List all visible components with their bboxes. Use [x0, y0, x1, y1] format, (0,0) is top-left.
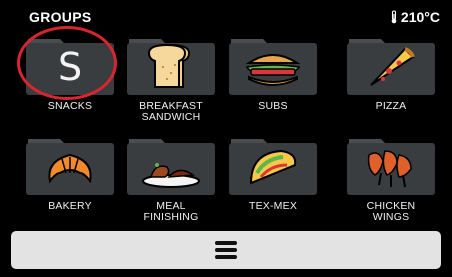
toast-icon: [147, 43, 191, 88]
chicken-wings-icon: [367, 150, 412, 188]
group-tile-pizza[interactable]: PIZZA: [345, 35, 437, 135]
group-tile-breakfast-sandwich[interactable]: BREAKFAST SANDWICH: [125, 35, 217, 135]
group-label-bakery: BAKERY: [48, 200, 92, 212]
taco-icon: [249, 149, 297, 185]
thermometer-icon: [391, 10, 397, 24]
group-label-breakfast-sandwich: BREAKFAST SANDWICH: [139, 100, 203, 123]
group-tile-subs[interactable]: SUBS: [227, 35, 319, 135]
plated-meal-icon: [142, 163, 200, 188]
header-title: GROUPS: [29, 9, 92, 25]
temperature-value: 210°C: [400, 9, 440, 25]
group-label-meal-finishing: MEAL FINISHING: [143, 200, 199, 223]
group-label-subs: SUBS: [258, 100, 288, 112]
group-tile-snacks[interactable]: S SNACKS: [24, 35, 116, 135]
letter-s-icon: S: [57, 45, 83, 89]
sub-sandwich-icon: [245, 54, 301, 86]
croissant-icon: [48, 153, 92, 184]
group-label-snacks: SNACKS: [47, 100, 93, 112]
group-label-pizza: PIZZA: [375, 100, 407, 112]
group-tile-tex-mex[interactable]: TEX-MEX: [227, 135, 319, 235]
group-tile-chicken-wings[interactable]: CHICKEN WINGS: [345, 135, 437, 235]
group-tile-bakery[interactable]: BAKERY: [24, 135, 116, 235]
group-label-tex-mex: TEX-MEX: [248, 200, 298, 212]
pizza-slice-icon: [370, 47, 415, 86]
group-tile-meal-finishing[interactable]: MEAL FINISHING: [125, 135, 217, 235]
menu-bar[interactable]: [11, 231, 441, 269]
temperature-readout: 210°C: [389, 9, 440, 25]
hamburger-menu-icon[interactable]: [215, 241, 237, 259]
group-label-chicken-wings: CHICKEN WINGS: [366, 200, 416, 223]
